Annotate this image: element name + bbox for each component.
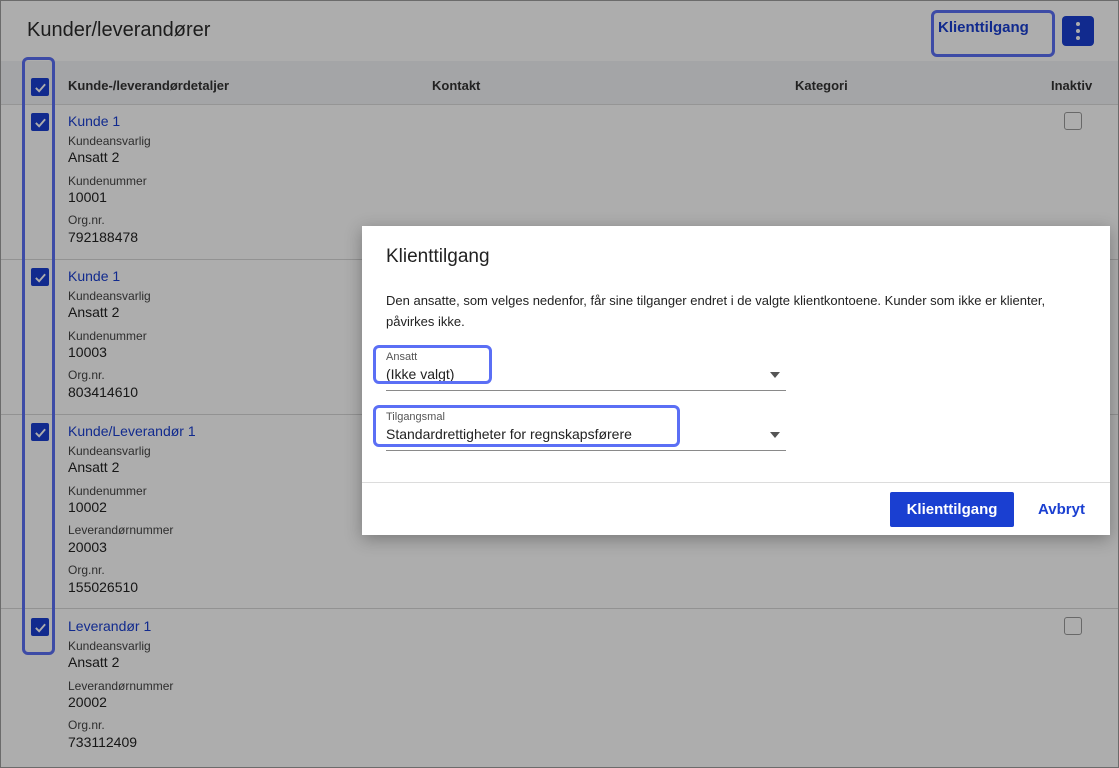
dialog-title: Klienttilgang — [386, 246, 490, 267]
employee-select-highlight — [373, 345, 492, 384]
access-template-highlight — [373, 405, 680, 447]
dialog-description: Den ansatte, som velges nedenfor, får si… — [386, 293, 1046, 329]
dialog-divider — [362, 482, 1110, 483]
app-frame: Kunder/leverandører Klienttilgang Kunde-… — [0, 0, 1119, 768]
dropdown-arrow-icon — [770, 372, 780, 378]
cancel-button[interactable]: Avbryt — [1038, 492, 1085, 527]
confirm-client-access-button[interactable]: Klienttilgang — [890, 492, 1014, 527]
client-access-dialog: Klienttilgang Den ansatte, som velges ne… — [362, 226, 1110, 535]
dropdown-arrow-icon — [770, 432, 780, 438]
